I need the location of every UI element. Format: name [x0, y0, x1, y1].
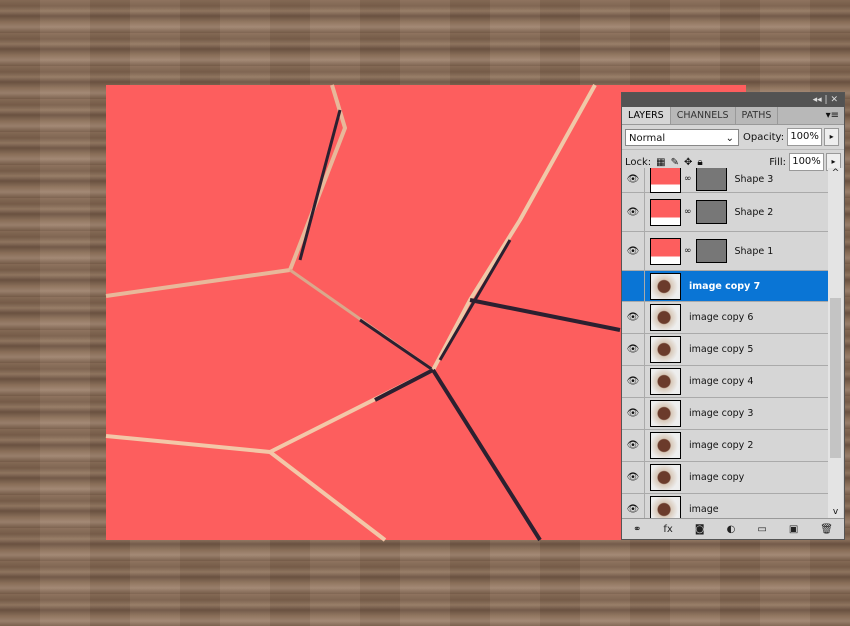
visibility-eye-icon[interactable]: 👁︎ — [622, 366, 645, 397]
link-icon[interactable]: ∞ — [684, 174, 692, 184]
layer-thumbnail — [650, 368, 681, 395]
opacity-label: Opacity: — [743, 131, 785, 143]
lock-brush-icon[interactable]: ✎ — [671, 157, 679, 168]
layer-name: image copy 5 — [689, 344, 754, 355]
layer-thumbnail — [650, 198, 681, 226]
layer-name: Shape 1 — [734, 245, 774, 257]
tab-layers[interactable]: LAYERS — [622, 107, 671, 124]
layer-thumbnail — [650, 496, 681, 519]
layer-name: image copy — [689, 472, 745, 483]
visibility-eye-icon[interactable]: 👁︎ — [622, 494, 645, 519]
layer-name: image copy 4 — [689, 376, 754, 387]
layer-name: image copy 7 — [689, 280, 761, 292]
scroll-up-icon[interactable]: ^ — [828, 168, 843, 178]
layer-row[interactable]: image copy 7 — [622, 271, 828, 302]
layer-thumbnail — [650, 304, 681, 331]
layer-thumbnail — [650, 168, 681, 193]
layer-row[interactable]: 👁︎ image copy 3 — [622, 398, 828, 430]
vector-mask-thumbnail — [695, 168, 727, 191]
layer-row[interactable]: 👁︎ image copy 6 — [622, 302, 828, 334]
blend-mode-value: Normal — [629, 132, 666, 144]
layer-thumbnail — [650, 237, 681, 265]
chevron-down-icon: ⌄ — [725, 132, 734, 144]
panel-titlebar[interactable]: ◂◂ | ✕ — [622, 93, 844, 107]
layer-thumbnail — [650, 272, 681, 300]
layer-thumbnail — [650, 336, 681, 363]
link-icon[interactable]: ∞ — [684, 207, 692, 217]
layers-list: 👁︎ ∞ Shape 3 👁︎ ∞ Shape 2 👁︎ ∞ Shape 1 image copy… — [622, 168, 828, 519]
trash-icon[interactable]: 🗑︎ — [820, 524, 833, 535]
opacity-input[interactable]: 100% — [787, 128, 823, 146]
folder-icon[interactable]: ▭ — [757, 524, 766, 535]
lock-label: Lock: — [625, 156, 652, 168]
adjustment-icon[interactable]: ◐ — [727, 524, 736, 535]
fill-label: Fill: — [769, 156, 786, 168]
layer-thumbnail — [650, 432, 681, 459]
visibility-eye-icon[interactable] — [622, 271, 645, 301]
visibility-eye-icon[interactable]: 👁︎ — [622, 168, 645, 192]
scroll-down-icon[interactable]: v — [828, 507, 843, 517]
layer-name: image copy 2 — [689, 440, 754, 451]
layers-panel: ◂◂ | ✕ LAYERS CHANNELS PATHS ▾≡ Normal ⌄ … — [621, 92, 845, 540]
visibility-eye-icon[interactable]: 👁︎ — [622, 302, 645, 333]
lock-all-icon[interactable]: 🔒︎ — [697, 157, 702, 168]
scrollbar-thumb[interactable] — [830, 298, 841, 458]
layer-name: image copy 6 — [689, 312, 754, 323]
layer-name: image copy 3 — [689, 408, 754, 419]
visibility-eye-icon[interactable]: 👁︎ — [622, 430, 645, 461]
layer-thumbnail — [650, 464, 681, 491]
layer-row[interactable]: 👁︎ ∞ Shape 1 — [622, 232, 828, 271]
layer-row[interactable]: 👁︎ image copy 5 — [622, 334, 828, 366]
layer-name: Shape 3 — [734, 173, 774, 185]
layer-name: Shape 2 — [734, 206, 774, 218]
layer-row[interactable]: 👁︎ image copy 4 — [622, 366, 828, 398]
layer-row[interactable]: 👁︎ image copy — [622, 462, 828, 494]
scrollbar[interactable]: ^ v — [828, 168, 843, 519]
link-icon[interactable]: ∞ — [684, 246, 692, 256]
tab-channels[interactable]: CHANNELS — [671, 107, 736, 124]
lock-transparent-icon[interactable]: ▦ — [656, 157, 665, 168]
panel-menu-icon[interactable]: ▾≡ — [826, 107, 844, 124]
collapse-icon[interactable]: ◂◂ — [813, 95, 822, 105]
close-icon[interactable]: ✕ — [830, 95, 838, 105]
visibility-eye-icon[interactable]: 👁︎ — [622, 232, 645, 270]
vector-mask-thumbnail — [695, 239, 727, 263]
visibility-eye-icon[interactable]: 👁︎ — [622, 462, 645, 493]
tab-paths[interactable]: PATHS — [736, 107, 779, 124]
layer-name: image — [689, 504, 719, 515]
layer-row[interactable]: 👁︎ image — [622, 494, 828, 519]
layer-row[interactable]: 👁︎ ∞ Shape 2 — [622, 193, 828, 232]
visibility-eye-icon[interactable]: 👁︎ — [622, 334, 645, 365]
visibility-eye-icon[interactable]: 👁︎ — [622, 398, 645, 429]
layer-row[interactable]: 👁︎ image copy 2 — [622, 430, 828, 462]
link-icon[interactable]: ⚭ — [633, 524, 641, 535]
panel-footer: ⚭ fx ◙ ◐ ▭ ▣ 🗑︎ — [622, 518, 844, 539]
lock-move-icon[interactable]: ✥ — [684, 157, 692, 168]
vector-mask-thumbnail — [695, 200, 727, 224]
fx-icon[interactable]: fx — [663, 524, 672, 535]
layer-thumbnail — [650, 400, 681, 427]
visibility-eye-icon[interactable]: 👁︎ — [622, 193, 645, 231]
opacity-arrow-button[interactable]: ▸ — [824, 128, 840, 146]
new-layer-icon[interactable]: ▣ — [789, 524, 798, 535]
blend-mode-select[interactable]: Normal ⌄ — [625, 128, 739, 146]
layer-row[interactable]: 👁︎ ∞ Shape 3 — [622, 168, 828, 193]
mask-icon[interactable]: ◙ — [695, 524, 705, 535]
